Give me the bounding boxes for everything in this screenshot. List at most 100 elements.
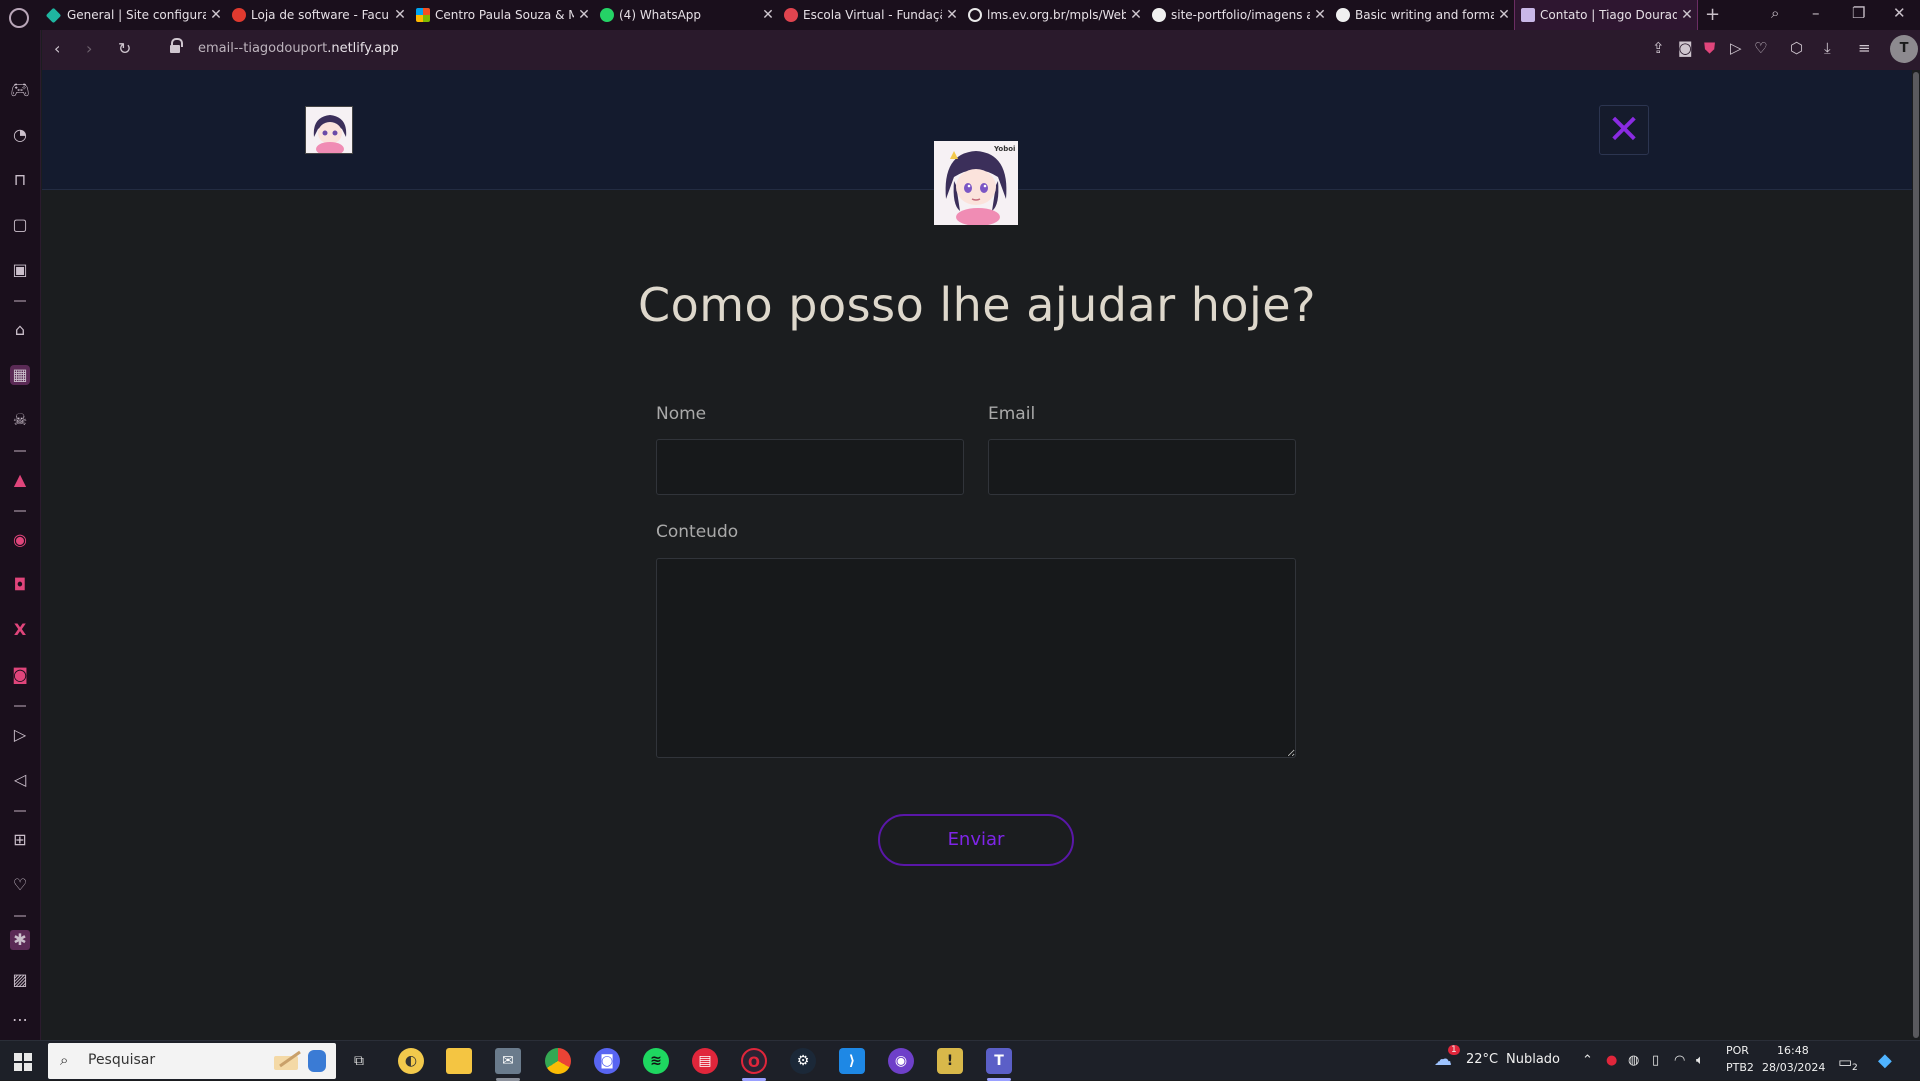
flow-icon[interactable]: ◁	[10, 770, 30, 790]
steam-icon[interactable]: ⚙	[790, 1048, 816, 1074]
lock-icon[interactable]	[170, 38, 183, 54]
tab-close-icon[interactable]: ✕	[390, 7, 410, 23]
extension-icon[interactable]: ✱	[10, 930, 30, 950]
microsoft-favicon-icon	[416, 8, 430, 22]
x-twitter-icon[interactable]: X	[10, 620, 30, 640]
tab-contato-active[interactable]: Contato | Tiago Dourado ✕	[1514, 0, 1698, 30]
volume-icon[interactable]: 🔈︎	[1696, 1053, 1704, 1068]
submit-button[interactable]: Enviar	[878, 814, 1074, 866]
email-field[interactable]	[988, 439, 1296, 495]
forward-icon[interactable]: ›	[86, 39, 92, 58]
files-app-icon[interactable]: ◐	[398, 1048, 424, 1074]
tab-basic-writing[interactable]: Basic writing and formatt ✕	[1330, 0, 1514, 30]
grid-icon[interactable]: ⊞	[10, 830, 30, 850]
content-textarea[interactable]	[656, 558, 1296, 758]
gallery-icon[interactable]: ▨	[10, 970, 30, 990]
menu-icon[interactable]: ≡	[1858, 39, 1871, 57]
tab-close-icon[interactable]: ✕	[206, 7, 226, 23]
tab-escola-virtual[interactable]: Escola Virtual - Fundação ✕	[778, 0, 962, 30]
news-icon[interactable]: ▣	[10, 260, 30, 280]
send-icon[interactable]: ▷	[1730, 39, 1742, 57]
tab-close-icon[interactable]: ✕	[574, 7, 594, 23]
speed-icon[interactable]: ◔	[10, 125, 30, 145]
tab-close-icon[interactable]: ✕	[1494, 7, 1514, 23]
close-form-button[interactable]: ✕	[1599, 105, 1649, 155]
url-prefix: email--tiagodouport	[198, 41, 328, 56]
heart-icon[interactable]: ♡	[1754, 39, 1767, 57]
camera-icon[interactable]: ◙	[1678, 39, 1693, 57]
copilot-icon[interactable]: ◆	[1878, 1050, 1892, 1071]
tab-loja-software[interactable]: Loja de software - Faculd ✕	[226, 0, 410, 30]
globe-favicon-icon	[968, 8, 982, 22]
close-window-icon[interactable]: ✕	[1893, 4, 1906, 22]
tab-whatsapp[interactable]: (4) WhatsApp ✕	[594, 0, 778, 30]
box-icon[interactable]: ⬡	[1790, 39, 1803, 57]
vscode-icon[interactable]: ⟩	[839, 1048, 865, 1074]
tab-lms[interactable]: lms.ev.org.br/mpls/Web ✕	[962, 0, 1146, 30]
tab-site-configuration[interactable]: General | Site configurati ✕	[42, 0, 226, 30]
tab-close-icon[interactable]: ✕	[1310, 7, 1330, 23]
file-explorer-icon[interactable]	[446, 1048, 472, 1074]
reload-icon[interactable]: ↻	[118, 39, 131, 58]
skull-icon[interactable]: ☠	[10, 410, 30, 430]
taskbar-search[interactable]: ⌕ Pesquisar	[48, 1043, 336, 1079]
tray-app-icon[interactable]: ●	[1606, 1053, 1617, 1068]
tray-phone-icon[interactable]: ▯	[1652, 1053, 1659, 1068]
messenger-icon[interactable]: ◉	[10, 530, 30, 550]
more-icon[interactable]: ⋯	[10, 1010, 30, 1030]
tab-strip: General | Site configurati ✕ Loja de sof…	[0, 0, 1920, 30]
keyboard-indicator[interactable]: PTB2	[1726, 1061, 1754, 1074]
player-icon[interactable]: ▷	[10, 725, 30, 745]
twitch-icon[interactable]: ▢	[10, 215, 30, 235]
scrollbar-thumb[interactable]	[1913, 72, 1919, 1038]
tab-centro-paula-souza[interactable]: Centro Paula Souza & Mi ✕	[410, 0, 594, 30]
weather-temp[interactable]: 22°C	[1466, 1052, 1498, 1067]
bag-icon[interactable]: ⊓	[10, 170, 30, 190]
discord-icon[interactable]: ◙	[594, 1048, 620, 1074]
tab-close-icon[interactable]: ✕	[1677, 7, 1697, 23]
windows-start-icon[interactable]	[14, 1053, 32, 1071]
tab-close-icon[interactable]: ✕	[758, 7, 778, 23]
back-icon[interactable]: ‹	[54, 39, 60, 58]
url-field[interactable]: email--tiagodouport.netlify.app	[198, 41, 399, 56]
spotify-icon[interactable]: ≋	[643, 1048, 669, 1074]
opera-gx-icon[interactable]: O	[741, 1048, 767, 1074]
task-view-icon[interactable]: ⧉	[346, 1048, 372, 1074]
heart-outline-icon[interactable]: ♡	[10, 875, 30, 895]
anydesk-icon[interactable]: ▤	[692, 1048, 718, 1074]
tab-close-icon[interactable]: ✕	[942, 7, 962, 23]
clock-date[interactable]: 28/03/2024	[1762, 1061, 1825, 1074]
shield-icon[interactable]: ⛊	[1704, 39, 1715, 57]
header-avatar-logo[interactable]	[305, 106, 353, 154]
download-icon[interactable]: ⤓	[1824, 39, 1831, 57]
tray-expand-icon[interactable]: ⌃	[1582, 1053, 1593, 1068]
clock-time[interactable]: 16:48	[1777, 1044, 1809, 1057]
search-tabs-icon[interactable]: ⌕	[1771, 4, 1779, 22]
tray-network-app-icon[interactable]: ◍	[1628, 1053, 1639, 1068]
minimize-icon[interactable]: –	[1812, 4, 1820, 22]
notifications-icon[interactable]: ▭	[1838, 1053, 1852, 1071]
page-scrollbar[interactable]	[1912, 70, 1920, 1040]
restore-icon[interactable]: ❐	[1852, 4, 1865, 22]
gamepad-icon[interactable]: 🎮︎	[10, 80, 30, 100]
profile-avatar[interactable]: T	[1890, 35, 1918, 63]
instagram-icon[interactable]: ◘	[10, 575, 30, 595]
tab-site-portfolio[interactable]: site-portfolio/imagens a ✕	[1146, 0, 1330, 30]
mail-icon[interactable]: ✉	[495, 1048, 521, 1074]
weather-text[interactable]: Nublado	[1506, 1052, 1560, 1067]
security-app-icon[interactable]: !	[937, 1048, 963, 1074]
chrome-icon[interactable]	[545, 1048, 571, 1074]
teams-icon[interactable]: T	[986, 1048, 1012, 1074]
gx-icon[interactable]: ▦	[10, 365, 30, 385]
wifi-icon[interactable]: ◠	[1674, 1053, 1685, 1068]
aria-icon[interactable]: ▲	[10, 470, 30, 490]
name-field[interactable]	[656, 439, 964, 495]
new-tab-button[interactable]: +	[1705, 4, 1720, 25]
share-icon[interactable]: ⇪	[1652, 39, 1665, 57]
home-icon[interactable]: ⌂	[10, 320, 30, 340]
discord-icon[interactable]: ◙	[10, 665, 30, 685]
language-indicator[interactable]: POR	[1726, 1044, 1749, 1057]
opera-logo-icon[interactable]	[9, 8, 29, 28]
tab-close-icon[interactable]: ✕	[1126, 7, 1146, 23]
github-desktop-icon[interactable]: ◉	[888, 1048, 914, 1074]
